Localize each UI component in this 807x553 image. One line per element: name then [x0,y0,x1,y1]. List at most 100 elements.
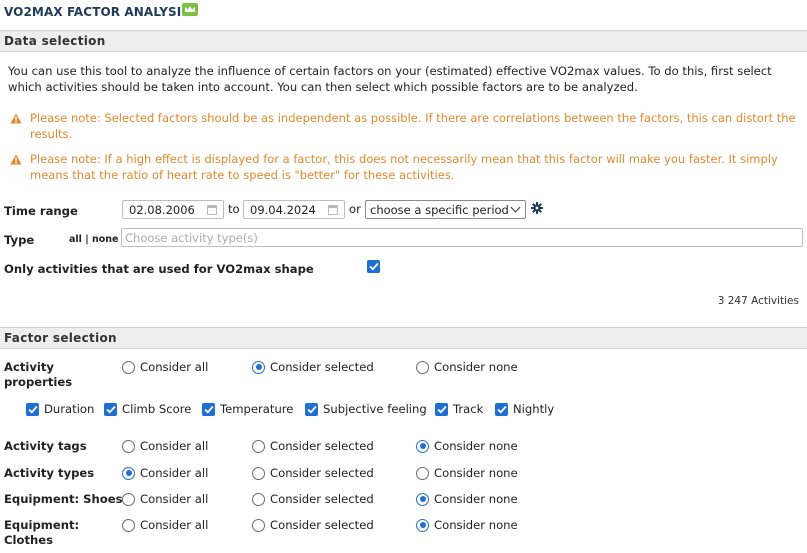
chevron-down-icon [510,202,521,213]
subjective-feeling-checkbox[interactable]: Subjective feeling [305,402,427,416]
section-header-factor-selection: Factor selection [0,327,807,349]
activity-count: 3 247 Activities [717,295,799,307]
radio-button[interactable] [416,439,429,453]
date-to-input[interactable]: 09.04.2024 [243,200,345,219]
equipment-clothes-all-option[interactable]: Consider all [122,518,208,532]
equipment-clothes-label: Equipment: Clothes [4,518,80,547]
equipment-shoes-selected-option[interactable]: Consider selected [252,492,374,506]
equipment-shoes-label: Equipment: Shoes [4,492,123,506]
option-label: Consider selected [270,518,374,532]
section-title: Factor selection [4,331,117,345]
option-label: Consider all [140,492,209,506]
option-label: Consider selected [270,439,374,453]
radio-button[interactable] [252,518,265,532]
option-label: Consider none [434,466,518,480]
option-label: Consider selected [270,360,374,374]
activity-properties-label: Activity properties [4,360,73,389]
warning-message: Please note: Selected factors should be … [10,111,800,142]
option-label: Consider all [140,360,209,374]
radio-button[interactable] [252,439,265,453]
option-label: Consider all [140,466,209,480]
date-to-value: 09.04.2024 [250,202,316,217]
option-label: Consider selected [270,466,374,480]
checkbox[interactable] [435,402,448,416]
nightly-checkbox[interactable]: Nightly [495,402,554,416]
radio-button[interactable] [122,492,135,506]
intro-text: You can use this tool to analyze the inf… [8,64,772,94]
activity-types-none-option[interactable]: Consider none [416,466,518,480]
calendar-icon[interactable] [328,204,338,215]
warning-icon [10,152,30,183]
option-label: Consider none [434,518,518,532]
checkbox-label: Climb Score [122,402,192,416]
activity-properties-none-option[interactable]: Consider none [416,360,518,374]
activity-tags-selected-option[interactable]: Consider selected [252,439,374,453]
radio-button[interactable] [252,492,265,506]
warning-message: Please note: If a high effect is display… [10,152,800,183]
option-label: Consider none [434,439,518,453]
option-label: Consider all [140,439,209,453]
checkbox[interactable] [202,402,215,416]
duration-checkbox[interactable]: Duration [26,402,94,416]
type-label: Type [4,233,35,247]
vo2max-only-label: Only activities that are used for VO2max… [4,262,314,276]
option-label: Consider none [434,492,518,506]
activity-tags-all-option[interactable]: Consider all [122,439,208,453]
date-from-input[interactable]: 02.08.2006 [122,200,224,219]
activity-types-all-option[interactable]: Consider all [122,466,208,480]
radio-button[interactable] [416,466,429,480]
activity-types-selected-option[interactable]: Consider selected [252,466,374,480]
radio-button[interactable] [122,360,135,374]
checkbox[interactable] [26,402,39,416]
warning-text: Please note: If a high effect is display… [30,152,778,182]
section-header-data-selection: Data selection [0,30,807,52]
equipment-shoes-all-option[interactable]: Consider all [122,492,208,506]
gear-icon[interactable] [531,202,543,217]
checkbox[interactable] [305,402,318,416]
equipment-clothes-selected-option[interactable]: Consider selected [252,518,374,532]
checkbox[interactable] [495,402,508,416]
radio-button[interactable] [252,360,265,374]
equipment-clothes-none-option[interactable]: Consider none [416,518,518,532]
all-none-links[interactable]: all | none [69,234,119,245]
track-checkbox[interactable]: Track [435,402,483,416]
activity-properties-selected-option[interactable]: Consider selected [252,360,374,374]
climb-score-checkbox[interactable]: Climb Score [104,402,191,416]
checkbox[interactable] [104,402,117,416]
checkbox-label: Temperature [220,402,294,416]
activity-properties-all-option[interactable]: Consider all [122,360,208,374]
radio-button[interactable] [122,439,135,453]
period-select[interactable]: choose a specific period [365,200,526,219]
crown-icon [182,3,198,16]
activity-types-label: Activity types [4,466,95,480]
date-from-value: 02.08.2006 [129,202,195,217]
activity-tags-label: Activity tags [4,439,87,453]
calendar-icon[interactable] [207,204,217,215]
activity-tags-none-option[interactable]: Consider none [416,439,518,453]
section-title: Data selection [4,34,106,48]
option-label: Consider selected [270,492,374,506]
option-label: Consider all [140,518,209,532]
to-label: to [228,202,240,216]
checkbox-label: Subjective feeling [323,402,427,416]
radio-button[interactable] [416,492,429,506]
radio-button[interactable] [416,518,429,532]
equipment-shoes-none-option[interactable]: Consider none [416,492,518,506]
activity-type-input[interactable]: Choose activity type(s) [121,228,803,247]
temperature-checkbox[interactable]: Temperature [202,402,293,416]
radio-button[interactable] [122,466,135,480]
radio-button[interactable] [416,360,429,374]
radio-button[interactable] [122,518,135,532]
time-range-label: Time range [4,204,78,218]
warning-icon [10,111,30,142]
or-label: or [349,202,361,216]
checkbox-label: Duration [44,402,95,416]
warning-text: Please note: Selected factors should be … [30,111,796,141]
option-label: Consider none [434,360,518,374]
period-select-value: choose a specific period [370,202,509,217]
page-title: VO2MAX FACTOR ANALYSIS [4,5,191,19]
checkbox-label: Nightly [513,402,555,416]
checkbox-label: Track [453,402,484,416]
radio-button[interactable] [252,466,265,480]
vo2max-only-checkbox[interactable] [367,260,380,273]
